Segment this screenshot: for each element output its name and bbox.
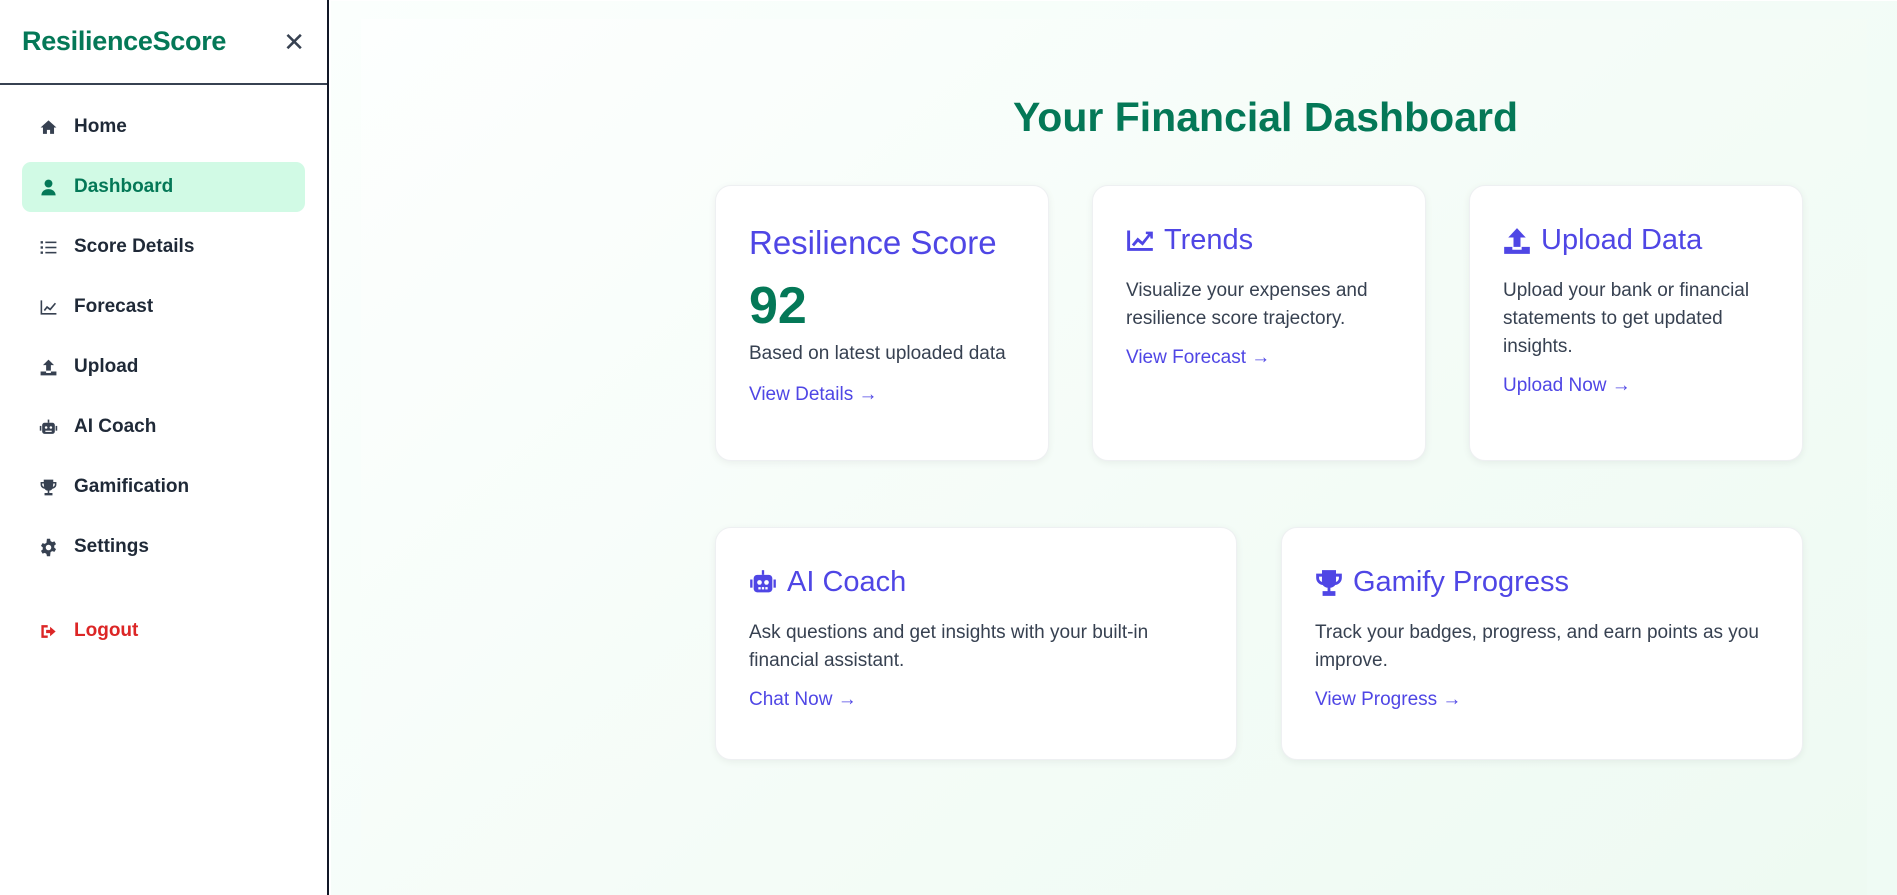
score-value: 92 bbox=[749, 277, 807, 335]
sidebar-item-gamification[interactable]: Gamification bbox=[22, 462, 305, 512]
upload-now-link[interactable]: Upload Now → bbox=[1503, 375, 1631, 397]
sidebar-item-upload[interactable]: Upload bbox=[22, 342, 305, 392]
logout-icon bbox=[38, 621, 58, 641]
sidebar-item-label: Settings bbox=[74, 536, 149, 557]
ai-coach-card: AI Coach Ask questions and get insights … bbox=[715, 527, 1237, 760]
line-chart-icon bbox=[38, 297, 58, 317]
card-description: Ask questions and get insights with your… bbox=[749, 622, 1149, 671]
line-chart-icon bbox=[1126, 227, 1154, 255]
card-description: Track your badges, progress, and earn po… bbox=[1315, 622, 1759, 671]
sidebar-header: ResilienceScore ✕ bbox=[0, 0, 327, 85]
brand-logo[interactable]: ResilienceScore bbox=[22, 26, 226, 57]
robot-icon bbox=[38, 417, 58, 437]
card-title: AI Coach bbox=[749, 566, 1203, 599]
view-progress-link[interactable]: View Progress → bbox=[1315, 689, 1461, 711]
sidebar-item-label: Forecast bbox=[74, 296, 154, 317]
upload-data-card: Upload Data Upload your bank or financia… bbox=[1469, 185, 1803, 461]
view-forecast-link[interactable]: View Forecast → bbox=[1126, 347, 1270, 369]
sidebar-item-label: Gamification bbox=[74, 476, 190, 497]
page-title: Your Financial Dashboard bbox=[1013, 94, 1518, 140]
view-details-link[interactable]: View Details → bbox=[749, 384, 877, 406]
gamify-progress-card: Gamify Progress Track your badges, progr… bbox=[1281, 527, 1803, 760]
sidebar-item-dashboard[interactable]: Dashboard bbox=[22, 162, 305, 212]
sidebar: ResilienceScore ✕ Home Dashboard Score D… bbox=[0, 0, 329, 895]
sidebar-item-label: Score Details bbox=[74, 236, 195, 257]
logout-button[interactable]: Logout bbox=[22, 606, 305, 656]
card-description: Based on latest uploaded data bbox=[749, 343, 1006, 364]
trophy-icon bbox=[1315, 569, 1343, 597]
card-title: Upload Data bbox=[1503, 224, 1769, 257]
card-title: Trends bbox=[1126, 224, 1392, 257]
sidebar-item-settings[interactable]: Settings bbox=[22, 522, 305, 572]
user-icon bbox=[38, 177, 58, 197]
sidebar-item-label: AI Coach bbox=[74, 416, 157, 437]
sidebar-item-ai-coach[interactable]: AI Coach bbox=[22, 402, 305, 452]
sidebar-item-label: Dashboard bbox=[74, 176, 174, 197]
card-description: Visualize your expenses and resilience s… bbox=[1126, 280, 1368, 329]
trends-card: Trends Visualize your expenses and resil… bbox=[1092, 185, 1426, 461]
close-sidebar-button[interactable]: ✕ bbox=[283, 29, 305, 55]
list-icon bbox=[38, 237, 58, 257]
resilience-score-card: Resilience Score 92 Based on latest uplo… bbox=[715, 185, 1049, 461]
sidebar-item-home[interactable]: Home bbox=[22, 102, 305, 152]
home-icon bbox=[38, 117, 58, 137]
trophy-icon bbox=[38, 477, 58, 497]
logout-label: Logout bbox=[74, 620, 139, 641]
robot-icon bbox=[749, 569, 777, 597]
card-title: Resilience Score bbox=[749, 224, 997, 261]
card-description: Upload your bank or financial statements… bbox=[1503, 280, 1750, 357]
gear-icon bbox=[38, 537, 58, 557]
chat-now-link[interactable]: Chat Now → bbox=[749, 689, 857, 711]
upload-icon bbox=[1503, 227, 1531, 255]
sidebar-item-forecast[interactable]: Forecast bbox=[22, 282, 305, 332]
sidebar-nav: Home Dashboard Score Details Forecast Up… bbox=[0, 85, 327, 656]
upload-icon bbox=[38, 357, 58, 377]
sidebar-item-label: Upload bbox=[74, 356, 139, 377]
sidebar-item-label: Home bbox=[74, 116, 127, 137]
card-title: Gamify Progress bbox=[1315, 566, 1769, 599]
sidebar-item-score-details[interactable]: Score Details bbox=[22, 222, 305, 272]
